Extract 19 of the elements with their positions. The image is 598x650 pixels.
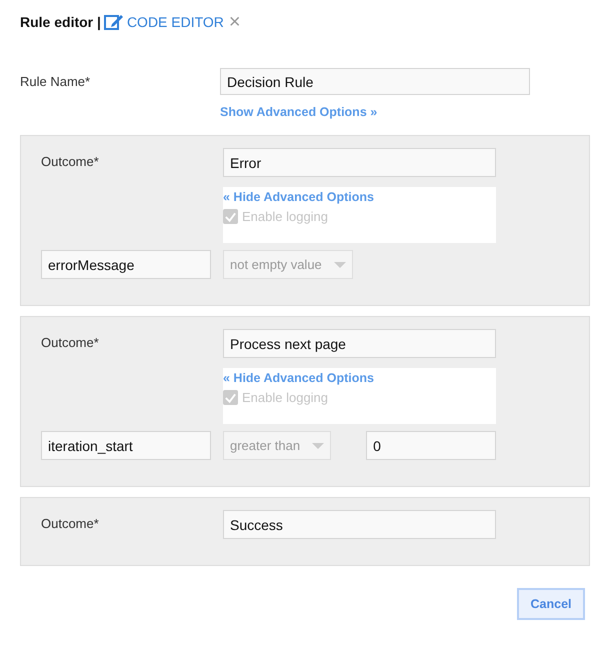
show-advanced-options-link[interactable]: Show Advanced Options »	[220, 105, 530, 119]
condition-field[interactable]: errorMessage	[41, 250, 211, 279]
dialog-title: Rule editor |	[20, 14, 101, 30]
outcome-field[interactable]: Error	[223, 148, 496, 177]
condition-value-field[interactable]: 0	[366, 431, 496, 460]
rule-name-field[interactable]: Decision Rule	[220, 68, 530, 95]
condition-field[interactable]: iteration_start	[41, 431, 211, 460]
outcome-label: Outcome*	[41, 153, 100, 171]
outcome-field[interactable]: Process next page	[223, 329, 496, 358]
cancel-button[interactable]: Cancel	[517, 588, 585, 620]
outcome-label: Outcome*	[41, 334, 100, 352]
code-editor-link[interactable]: CODE EDITOR	[126, 14, 224, 30]
rule-name-label: Rule Name*	[20, 73, 92, 91]
edit-icon[interactable]	[104, 13, 124, 31]
outcome-field[interactable]: Success	[223, 510, 496, 539]
enable-logging-label: Enable logging	[242, 390, 328, 405]
outcome-label: Outcome*	[41, 515, 100, 533]
enable-logging-label: Enable logging	[242, 209, 328, 224]
close-button[interactable]: ×	[226, 13, 243, 31]
